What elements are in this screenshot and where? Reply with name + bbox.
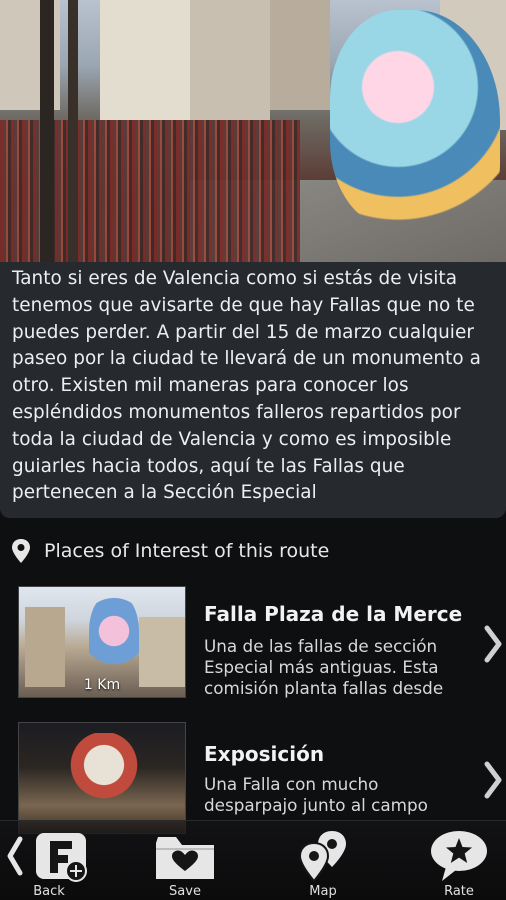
- place-thumbnail: [18, 722, 186, 834]
- back-button[interactable]: Back: [4, 821, 94, 900]
- place-thumbnail: 1 Km: [18, 586, 186, 698]
- back-label: Back: [33, 884, 65, 899]
- chevron-right-icon[interactable]: [483, 624, 503, 664]
- folder-heart-icon: [156, 837, 214, 879]
- rate-label: Rate: [444, 884, 474, 899]
- back-icon: [7, 833, 87, 882]
- rate-star-bubble-icon: [431, 831, 487, 881]
- rate-button[interactable]: Rate: [416, 821, 502, 900]
- places-section-header: Places of Interest of this route: [10, 536, 329, 566]
- route-description-panel: Tanto si eres de Valencia como si estás …: [0, 262, 506, 518]
- place-summary: Una de las fallas de sección Especial má…: [204, 636, 444, 698]
- save-button[interactable]: Save: [142, 821, 228, 900]
- map-pin-icon: [12, 539, 30, 563]
- save-label: Save: [169, 884, 201, 899]
- chevron-right-icon[interactable]: [483, 760, 503, 800]
- place-distance: 1 Km: [83, 677, 121, 693]
- map-pins-icon: [298, 831, 346, 883]
- place-item[interactable]: 1 Km Falla Plaza de la Merce Una de las …: [0, 586, 506, 716]
- route-description: Tanto si eres de Valencia como si estás …: [12, 268, 481, 504]
- hero-photo: [0, 0, 506, 262]
- map-label: Map: [309, 884, 337, 899]
- place-summary: Una Falla con mucho desparpajo junto al …: [204, 774, 428, 815]
- places-section-title: Places of Interest of this route: [44, 540, 330, 562]
- map-button[interactable]: Map: [280, 821, 366, 900]
- place-title: Falla Plaza de la Merce: [204, 602, 463, 626]
- bottom-toolbar: Back Save Map Rate: [0, 820, 506, 900]
- place-title: Exposición: [204, 742, 325, 766]
